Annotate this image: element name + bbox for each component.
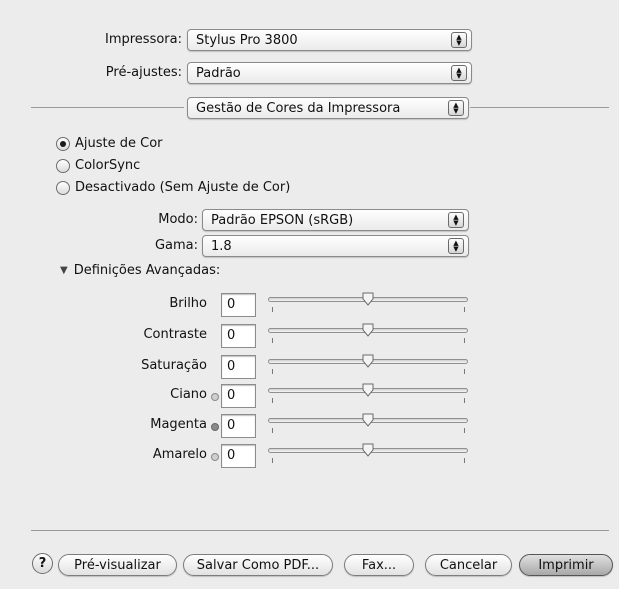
adjustment-value-field[interactable]: 0 xyxy=(221,324,256,348)
adjustment-label: Ciano xyxy=(170,387,207,402)
adjustment-label: Magenta xyxy=(150,417,207,432)
popup-arrows-icon: ▲ ▼ xyxy=(448,238,464,254)
section-separator-left xyxy=(31,107,184,108)
slider-tick xyxy=(464,369,465,374)
popup-arrows-icon: ▲ ▼ xyxy=(451,65,467,81)
mode-label: Modo: xyxy=(158,212,198,227)
print-dialog: Impressora: Stylus Pro 3800 ▲ ▼ Pré-ajust… xyxy=(0,0,619,589)
print-button[interactable]: Imprimir xyxy=(519,554,613,576)
slider-tick xyxy=(272,369,273,374)
disclosure-triangle-icon: ▼ xyxy=(60,265,68,276)
slider-thumb-icon[interactable] xyxy=(362,292,374,306)
slider-thumb-icon[interactable] xyxy=(362,413,374,427)
radio-label: ColorSync xyxy=(75,158,141,173)
adjustment-value-field[interactable]: 0 xyxy=(221,384,256,408)
slider-tick xyxy=(272,307,273,312)
adjustment-value-field[interactable]: 0 xyxy=(221,444,256,468)
cyan-dot-icon xyxy=(211,393,219,401)
radio-selected-icon xyxy=(56,136,70,151)
slider-tick xyxy=(464,398,465,403)
radio-unselected-icon xyxy=(56,158,70,173)
popup-arrows-icon: ▲ ▼ xyxy=(448,100,464,116)
magenta-dot-icon xyxy=(211,423,219,431)
popup-arrows-icon: ▲ ▼ xyxy=(448,212,464,228)
adjustment-row-brilho: Brilho 0 xyxy=(0,292,619,317)
adjustment-slider[interactable] xyxy=(268,383,468,408)
adjustment-slider[interactable] xyxy=(268,413,468,438)
adjustment-row-amarelo: Amarelo 0 xyxy=(0,443,619,468)
panel-value: Gestão de Cores da Impressora xyxy=(196,100,401,116)
radio-colorsync[interactable]: ColorSync xyxy=(56,158,140,173)
radio-desactivado[interactable]: Desactivado (Sem Ajuste de Cor) xyxy=(56,180,290,195)
slider-thumb-icon[interactable] xyxy=(362,354,374,368)
mode-value: Padrão EPSON (sRGB) xyxy=(211,212,354,228)
printer-value: Stylus Pro 3800 xyxy=(196,32,298,48)
radio-unselected-icon xyxy=(56,180,70,195)
adjustment-slider[interactable] xyxy=(268,323,468,348)
slider-tick xyxy=(464,428,465,433)
bottom-separator xyxy=(31,530,609,531)
adjustment-row-magenta: Magenta 0 xyxy=(0,413,619,438)
adjustment-slider[interactable] xyxy=(268,443,468,468)
slider-tick xyxy=(464,458,465,463)
slider-tick xyxy=(272,338,273,343)
adjustment-label: Saturação xyxy=(141,358,207,373)
adjustment-row-contraste: Contraste 0 xyxy=(0,323,619,348)
cancel-button[interactable]: Cancelar xyxy=(425,554,512,576)
presets-label: Pré-ajustes: xyxy=(105,65,182,80)
printer-label: Impressora: xyxy=(105,32,182,47)
adjustment-label: Brilho xyxy=(169,296,207,311)
slider-tick xyxy=(272,458,273,463)
mode-popup[interactable]: Padrão EPSON (sRGB) ▲ ▼ xyxy=(202,209,469,231)
save-as-pdf-button[interactable]: Salvar Como PDF... xyxy=(183,554,333,576)
help-button[interactable]: ? xyxy=(32,553,53,574)
popup-arrows-icon: ▲ ▼ xyxy=(451,32,467,48)
adjustment-slider[interactable] xyxy=(268,354,468,379)
adjustment-value-field[interactable]: 0 xyxy=(221,293,256,317)
adjustment-row-ciano: Ciano 0 xyxy=(0,383,619,408)
adjustment-row-saturacao: Saturação 0 xyxy=(0,354,619,379)
gamma-popup[interactable]: 1.8 ▲ ▼ xyxy=(202,235,469,257)
fax-button[interactable]: Fax... xyxy=(344,554,414,576)
slider-tick xyxy=(464,307,465,312)
slider-tick xyxy=(272,398,273,403)
gamma-value: 1.8 xyxy=(211,238,232,254)
slider-thumb-icon[interactable] xyxy=(362,443,374,457)
preview-button[interactable]: Pré-visualizar xyxy=(58,554,177,576)
adjustment-label: Contraste xyxy=(143,327,207,342)
adjustment-value-field[interactable]: 0 xyxy=(221,414,256,438)
adjustment-label: Amarelo xyxy=(152,447,207,462)
presets-value: Padrão xyxy=(196,65,241,81)
gamma-label: Gama: xyxy=(154,238,198,253)
radio-ajuste-de-cor[interactable]: Ajuste de Cor xyxy=(56,136,163,151)
panel-popup[interactable]: Gestão de Cores da Impressora ▲ ▼ xyxy=(187,97,469,119)
slider-tick xyxy=(464,338,465,343)
adjustment-value-field[interactable]: 0 xyxy=(221,355,256,379)
yellow-dot-icon xyxy=(211,453,219,461)
advanced-settings-label: Definições Avançadas: xyxy=(73,263,221,278)
radio-label: Ajuste de Cor xyxy=(75,136,163,151)
slider-thumb-icon[interactable] xyxy=(362,383,374,397)
presets-popup[interactable]: Padrão ▲ ▼ xyxy=(187,62,472,84)
slider-tick xyxy=(272,428,273,433)
section-separator-right xyxy=(470,107,609,108)
radio-label: Desactivado (Sem Ajuste de Cor) xyxy=(75,180,291,195)
slider-thumb-icon[interactable] xyxy=(362,323,374,337)
advanced-settings-disclosure[interactable]: ▼ Definições Avançadas: xyxy=(60,263,220,278)
adjustment-slider[interactable] xyxy=(268,292,468,317)
printer-popup[interactable]: Stylus Pro 3800 ▲ ▼ xyxy=(187,29,472,51)
